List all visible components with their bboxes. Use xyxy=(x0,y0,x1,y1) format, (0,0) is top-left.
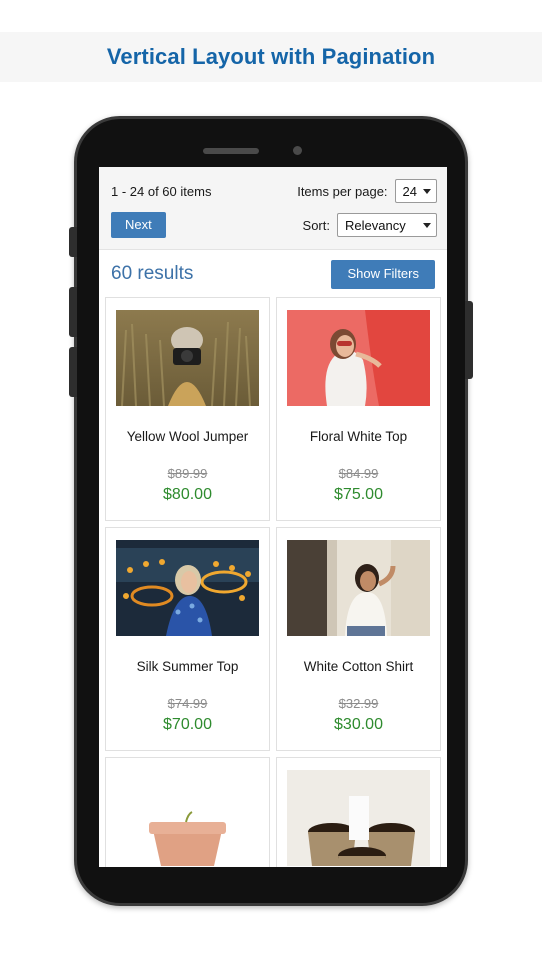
product-price-sale: $30.00 xyxy=(334,715,383,733)
phone-silent-switch[interactable] xyxy=(69,227,77,257)
phone-volume-down-button[interactable] xyxy=(69,347,77,397)
product-image xyxy=(287,539,430,636)
product-card[interactable]: Yellow Wool Jumper $89.99 $80.00 xyxy=(105,296,270,521)
product-title: Yellow Wool Jumper xyxy=(126,428,249,444)
product-grid: Yellow Wool Jumper $89.99 $80.00 Floral … xyxy=(99,296,447,867)
item-range-label: 1 - 24 of 60 items xyxy=(111,183,212,199)
items-per-page-group: Items per page: 24 xyxy=(297,179,437,203)
product-price-original: $84.99 xyxy=(338,465,379,481)
phone-volume-up-button[interactable] xyxy=(69,287,77,337)
product-image xyxy=(116,309,259,406)
chevron-down-icon xyxy=(423,222,431,228)
product-card[interactable] xyxy=(276,756,441,867)
product-image xyxy=(287,769,430,866)
product-card[interactable]: Silk Summer Top $74.99 $70.00 xyxy=(105,526,270,751)
next-page-button[interactable]: Next xyxy=(111,211,166,239)
page-title-banner: Vertical Layout with Pagination xyxy=(0,32,542,82)
items-per-page-select[interactable]: 24 xyxy=(394,179,437,203)
page-title: Vertical Layout with Pagination xyxy=(106,44,436,69)
results-count: 60 results xyxy=(111,263,194,285)
show-filters-button[interactable]: Show Filters xyxy=(331,260,435,289)
results-header: 60 results Show Filters xyxy=(99,250,447,297)
product-card[interactable]: Floral White Top $84.99 $75.00 xyxy=(276,296,441,521)
items-per-page-value: 24 xyxy=(402,183,417,199)
toolbar-row-bottom: Next Sort: Relevancy xyxy=(111,211,437,239)
product-price-sale: $80.00 xyxy=(163,485,212,503)
product-card[interactable] xyxy=(105,756,270,867)
sort-label: Sort: xyxy=(302,217,330,233)
product-card[interactable]: White Cotton Shirt $32.99 $30.00 xyxy=(276,526,441,751)
product-image xyxy=(287,309,430,406)
product-title: White Cotton Shirt xyxy=(303,658,414,674)
product-image xyxy=(116,769,259,866)
product-price-sale: $75.00 xyxy=(334,485,383,503)
sort-value: Relevancy xyxy=(345,217,406,233)
phone-camera-icon xyxy=(293,146,302,155)
phone-speaker-icon xyxy=(203,148,259,154)
product-price-original: $74.99 xyxy=(167,695,208,711)
toolbar-row-top: 1 - 24 of 60 items Items per page: 24 xyxy=(111,177,437,205)
phone-power-button[interactable] xyxy=(465,301,473,379)
product-title: Floral White Top xyxy=(309,428,408,444)
product-price-original: $32.99 xyxy=(338,695,379,711)
product-image xyxy=(116,539,259,636)
sort-select[interactable]: Relevancy xyxy=(337,213,437,237)
product-price-sale: $70.00 xyxy=(163,715,212,733)
phone-mockup: 1 - 24 of 60 items Items per page: 24 Ne… xyxy=(69,116,473,906)
phone-screen: 1 - 24 of 60 items Items per page: 24 Ne… xyxy=(99,167,447,867)
items-per-page-label: Items per page: xyxy=(297,183,388,199)
product-price-original: $89.99 xyxy=(167,465,208,481)
chevron-down-icon xyxy=(423,188,431,194)
product-title: Silk Summer Top xyxy=(136,658,239,674)
sort-group: Sort: Relevancy xyxy=(303,213,437,237)
pagination-toolbar: 1 - 24 of 60 items Items per page: 24 Ne… xyxy=(99,167,447,250)
